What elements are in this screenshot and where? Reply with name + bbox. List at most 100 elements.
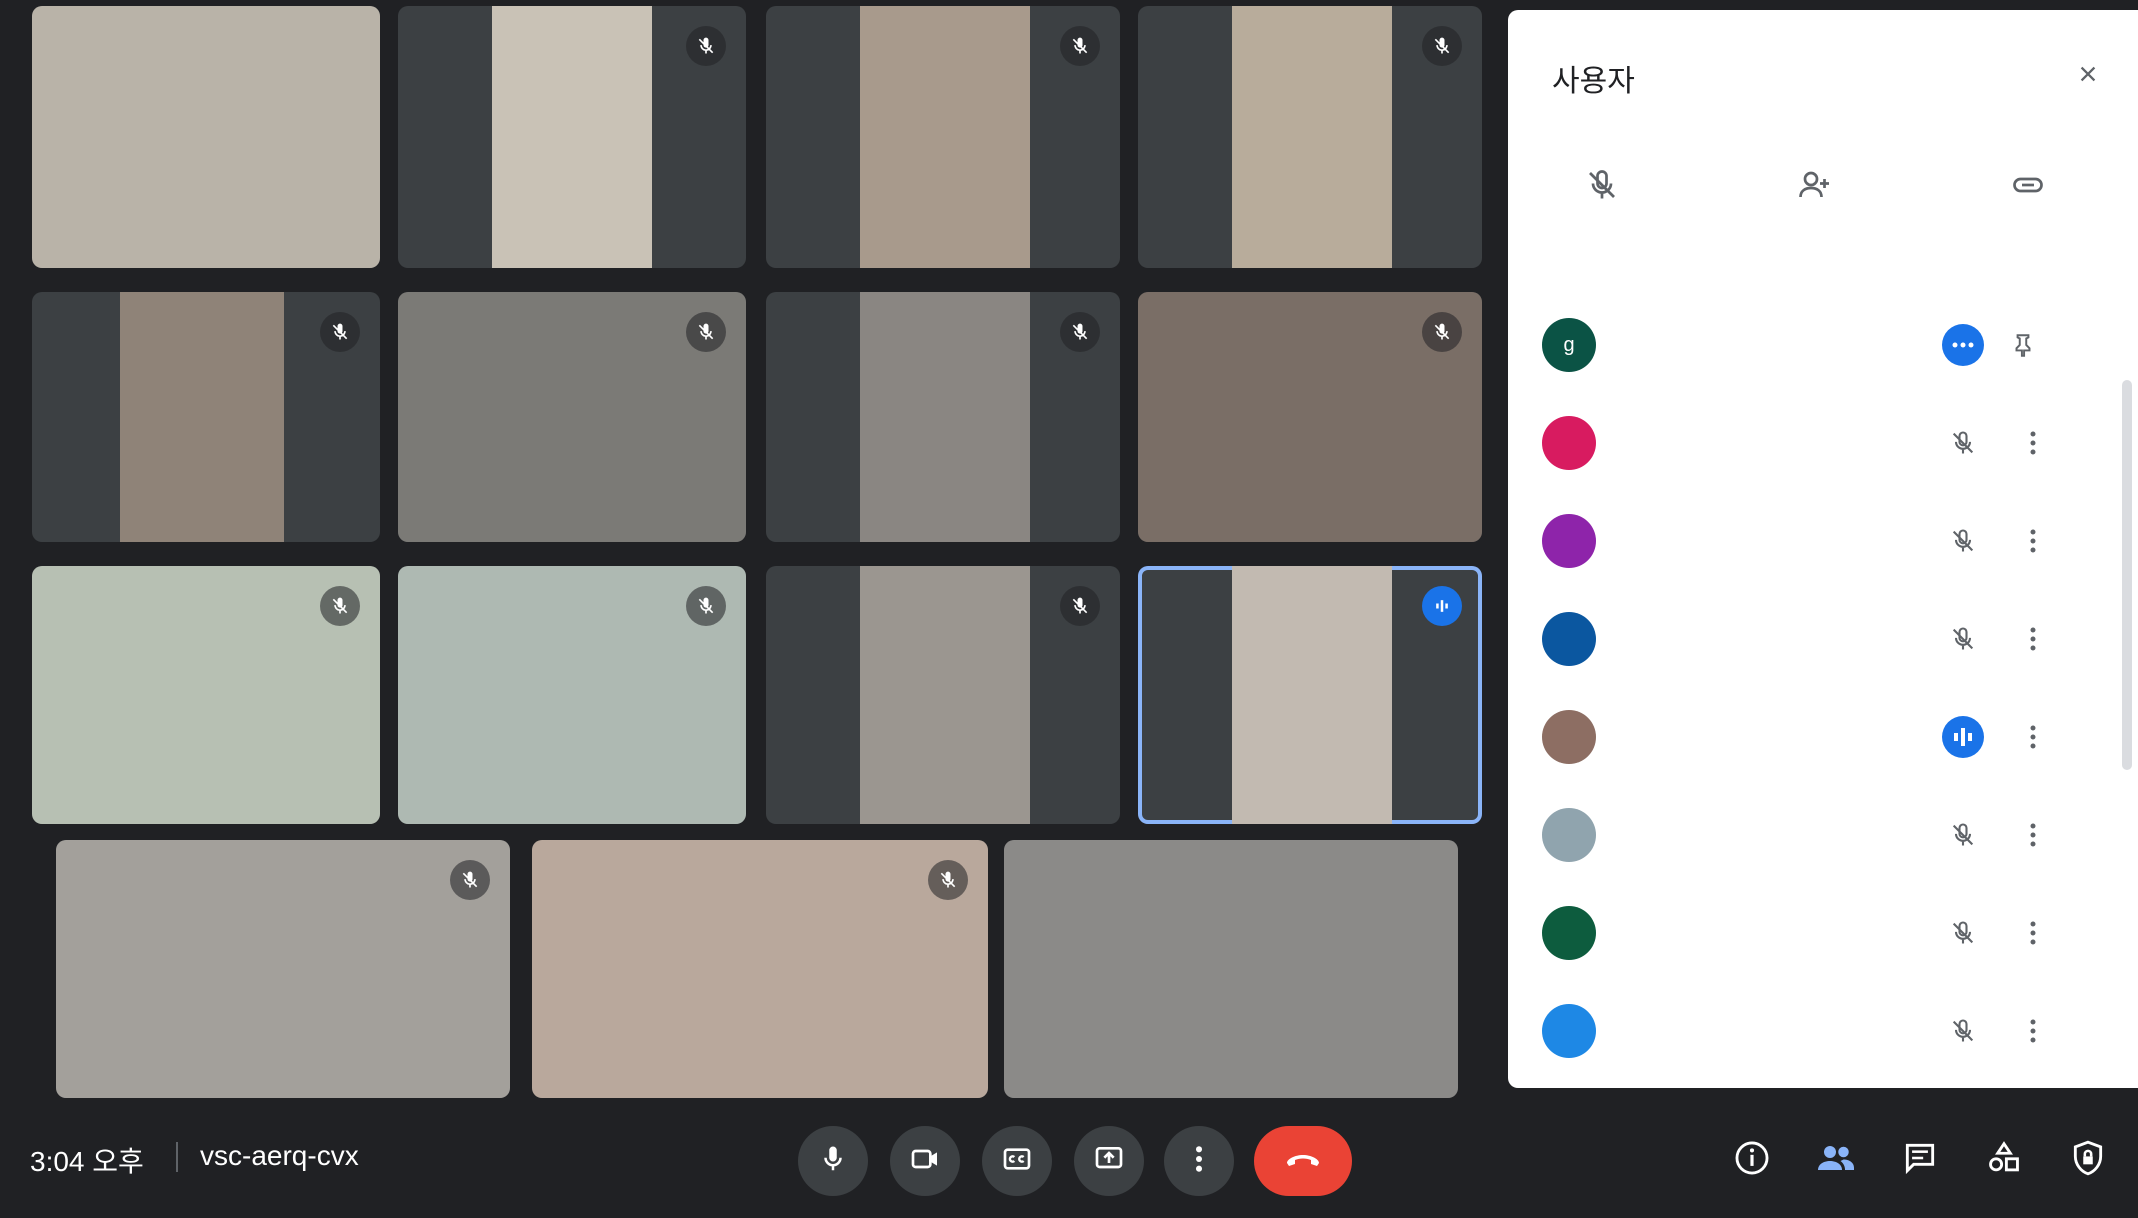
participant-tile-speaking[interactable] (1138, 566, 1482, 824)
captions-icon (1001, 1143, 1033, 1180)
mic-muted-icon (1422, 26, 1462, 66)
avatar (1542, 906, 1596, 960)
panel-title: 사용자 (1552, 65, 1635, 98)
mic-muted-icon (1060, 586, 1100, 626)
participant-tile[interactable] (32, 566, 380, 824)
camera-button[interactable] (890, 1126, 960, 1196)
more-vert-icon (1195, 1145, 1203, 1178)
info-icon (1733, 1139, 1771, 1182)
participant-video (32, 6, 380, 268)
participant-row[interactable] (1508, 888, 2138, 986)
mic-muted-icon (686, 26, 726, 66)
meeting-time: 3:04 오후 (30, 1146, 144, 1177)
participant-tile[interactable] (532, 840, 988, 1098)
participant-row[interactable] (1508, 496, 2138, 594)
meeting-code[interactable]: vsc-aerq-cvx (200, 1140, 359, 1172)
avatar (1542, 710, 1596, 764)
participant-row[interactable] (1508, 594, 2138, 692)
copy-link-button[interactable] (1928, 160, 2128, 232)
avatar (1542, 514, 1596, 568)
participant-row[interactable] (1508, 398, 2138, 496)
more-options-icon[interactable] (2018, 910, 2048, 956)
mic-muted-icon (1422, 312, 1462, 352)
speaking-indicator-icon (1422, 586, 1462, 626)
mic-off-icon (1940, 812, 1986, 858)
participant-tile[interactable] (766, 292, 1120, 542)
captions-button[interactable] (982, 1126, 1052, 1196)
panel-scrollbar[interactable] (2122, 380, 2132, 770)
microphone-button[interactable] (798, 1126, 868, 1196)
more-options-icon[interactable] (2018, 616, 2048, 662)
present-screen-button[interactable] (1074, 1126, 1144, 1196)
more-options-button[interactable] (1164, 1126, 1234, 1196)
more-options-icon[interactable] (2018, 518, 2048, 564)
leave-call-button[interactable] (1254, 1126, 1352, 1196)
more-options-icon[interactable] (2018, 1008, 2048, 1054)
more-options-icon[interactable] (2018, 420, 2048, 466)
end-call-icon (1283, 1149, 1323, 1174)
participant-tile[interactable] (32, 6, 380, 268)
microphone-icon (818, 1144, 848, 1179)
mute-all-button[interactable] (1508, 160, 1702, 232)
people-button[interactable] (1806, 1130, 1866, 1190)
avatar: g (1542, 318, 1596, 372)
participant-tile[interactable] (766, 6, 1120, 268)
participant-video (1232, 566, 1392, 824)
mic-off-icon (1508, 160, 1702, 210)
activities-button[interactable] (1974, 1130, 2034, 1190)
participant-video (56, 840, 510, 1098)
mic-off-icon (1940, 910, 1986, 956)
participant-tile[interactable] (32, 292, 380, 542)
presenting-icon (1940, 322, 1986, 368)
participant-video (1004, 840, 1458, 1098)
add-person-icon (1714, 160, 1914, 210)
present-screen-icon (1093, 1143, 1125, 1180)
chat-button[interactable] (1890, 1130, 1950, 1190)
mic-muted-icon (686, 312, 726, 352)
mic-off-icon (1940, 420, 1986, 466)
mic-muted-icon (1060, 312, 1100, 352)
people-icon (1815, 1139, 1857, 1182)
participant-row[interactable] (1508, 790, 2138, 888)
participant-tile[interactable] (398, 292, 746, 542)
participant-video (860, 6, 1030, 268)
participant-tile[interactable] (398, 6, 746, 268)
participant-tile[interactable] (1138, 292, 1482, 542)
camera-icon (909, 1143, 941, 1180)
avatar (1542, 416, 1596, 470)
participant-video (532, 840, 988, 1098)
avatar (1542, 612, 1596, 666)
shield-lock-icon (2069, 1139, 2107, 1182)
participant-video (860, 566, 1030, 824)
mic-muted-icon (320, 586, 360, 626)
close-icon[interactable] (2068, 54, 2108, 94)
mic-muted-icon (686, 586, 726, 626)
chat-icon (1901, 1139, 1939, 1182)
participant-video (492, 6, 652, 268)
more-options-icon[interactable] (2018, 812, 2048, 858)
participant-video (1232, 6, 1392, 268)
pin-icon[interactable] (2008, 322, 2038, 368)
participant-tile[interactable] (766, 566, 1120, 824)
participant-row[interactable]: g (1508, 300, 2138, 398)
more-options-icon[interactable] (2018, 714, 2048, 760)
participant-tile[interactable] (1004, 840, 1458, 1098)
participant-tile[interactable] (398, 566, 746, 824)
mic-off-icon (1940, 1008, 1986, 1054)
footer-divider (176, 1142, 178, 1172)
avatar (1542, 1004, 1596, 1058)
participant-row[interactable] (1508, 692, 2138, 790)
participant-tile[interactable] (1138, 6, 1482, 268)
add-people-button[interactable] (1714, 160, 1914, 232)
shapes-icon (1985, 1139, 2023, 1182)
participant-video (120, 292, 284, 542)
host-controls-button[interactable] (2058, 1130, 2118, 1190)
participant-row[interactable] (1508, 986, 2138, 1084)
meeting-details-button[interactable] (1722, 1130, 1782, 1190)
mic-muted-icon (1060, 26, 1100, 66)
mic-muted-icon (450, 860, 490, 900)
mic-off-icon (1940, 518, 1986, 564)
speaking-icon (1940, 714, 1986, 760)
link-icon (1928, 160, 2128, 210)
participant-tile[interactable] (56, 840, 510, 1098)
